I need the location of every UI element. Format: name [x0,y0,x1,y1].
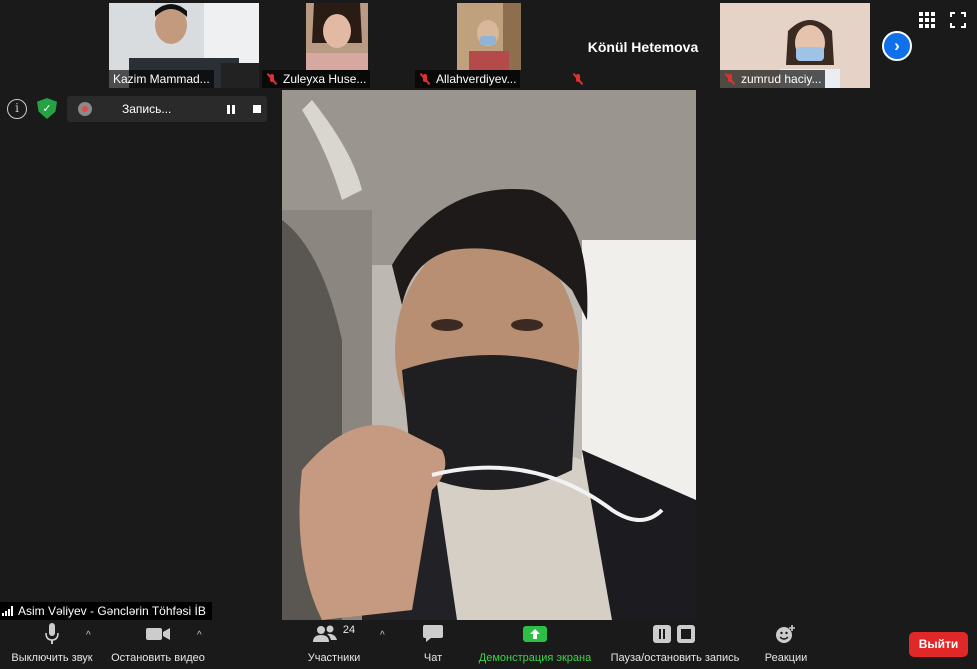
fullscreen-icon[interactable] [950,12,966,28]
video-camera-icon [146,620,170,648]
share-screen-button[interactable]: Демонстрация экрана [476,620,594,669]
participants-icon: 24 [312,620,356,648]
mute-button[interactable]: Выключить звук [7,620,97,669]
participant-name: zumrud haciy... [720,70,826,88]
leave-meeting-button[interactable]: Выйти [909,632,968,657]
active-speaker-video [282,90,696,620]
stop-video-button[interactable]: Остановить видео [108,620,208,669]
mic-muted-icon [572,73,584,85]
connection-signal-icon [2,606,13,616]
participant-thumbnail[interactable]: Kazim Mammad... [109,3,259,88]
participant-name [568,70,593,88]
audio-options-caret-icon[interactable]: ^ [86,630,91,641]
participant-thumbnail[interactable]: Könül Hetemova [568,3,718,88]
emoji-reaction-icon [775,620,797,648]
participant-thumbnail[interactable]: zumrud haciy... [720,3,870,88]
active-speaker-name: Asim Vəliyev - Gənclərin Töhfəsi İB [0,602,212,620]
participants-options-caret-icon[interactable]: ^ [380,630,385,641]
participants-count: 24 [342,624,356,636]
recording-controls-icon [653,620,697,648]
participants-button[interactable]: 24 Участники [303,620,365,669]
participant-video [457,3,521,70]
chevron-right-icon: › [894,36,900,55]
participant-strip: Kazim Mammad... Zuleyxa Huse... Allahver… [0,0,977,90]
participant-name: Allahverdiyev... [415,70,521,88]
share-screen-icon [523,620,547,648]
microphone-icon [45,620,59,648]
next-page-button[interactable]: › [882,31,912,61]
video-options-caret-icon[interactable]: ^ [197,630,202,641]
participant-name: Zuleyxa Huse... [262,70,371,88]
participant-video [306,3,368,70]
recording-dot-icon [78,102,92,116]
stop-recording-icon[interactable] [253,105,261,113]
pause-recording-icon[interactable] [227,105,236,114]
pause-stop-recording-button[interactable]: Пауза/остановить запись [606,620,744,669]
participant-name: Kazim Mammad... [109,70,214,88]
chat-button[interactable]: Чат [417,620,449,669]
chat-bubble-icon [423,620,443,648]
mic-muted-icon [266,73,278,85]
participant-display-name: Könül Hetemova [587,39,699,55]
meeting-info-icon[interactable]: i [7,99,27,119]
participant-thumbnail[interactable]: Allahverdiyev... [415,3,565,88]
participant-thumbnail[interactable]: Zuleyxa Huse... [262,3,412,88]
meeting-toolbar: Выключить звук ^ Остановить видео ^ 24 У… [0,620,977,669]
mic-muted-icon [724,73,736,85]
recording-bar: Запись... [67,96,267,122]
security-shield-icon[interactable]: ✓ [37,98,57,119]
mic-muted-icon [419,73,431,85]
gallery-view-icon[interactable] [919,12,935,28]
reactions-button[interactable]: Реакции [763,620,809,669]
recording-label: Запись... [122,102,172,116]
